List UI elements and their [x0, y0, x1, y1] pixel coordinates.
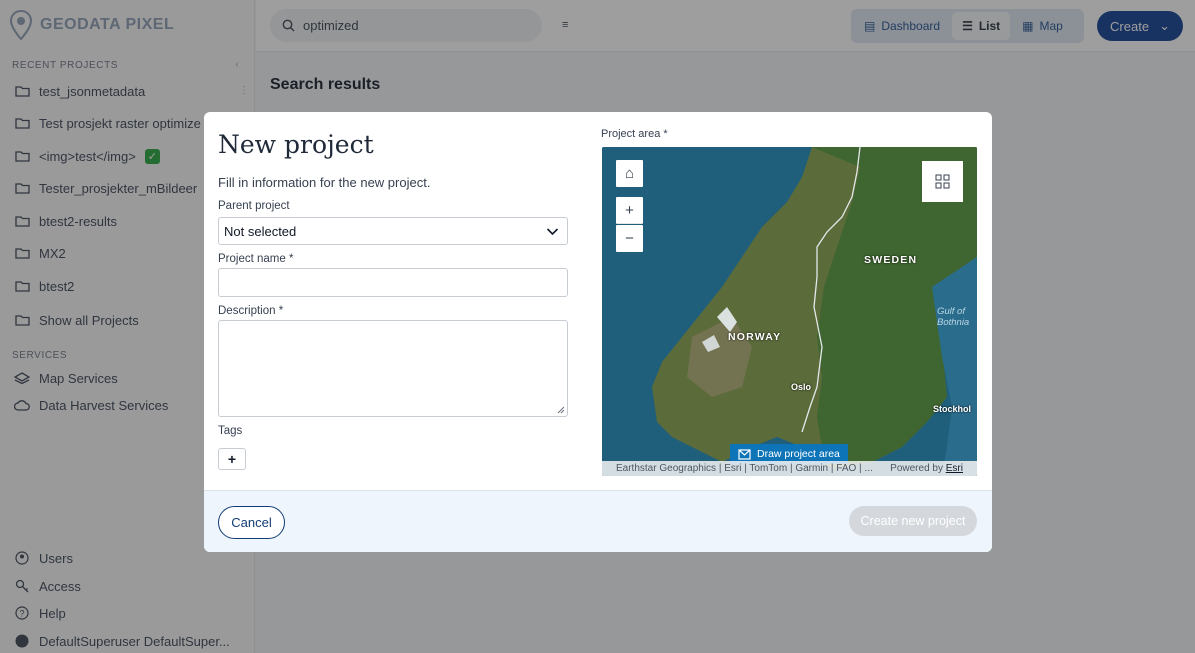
dialog-subtitle: Fill in information for the new project.: [218, 175, 431, 190]
parent-project-select[interactable]: Not selected: [218, 217, 568, 245]
create-new-project-button[interactable]: Create new project: [849, 506, 977, 536]
powered-by: Powered by Esri: [890, 463, 963, 474]
attribution-text: Earthstar Geographics | Esri | TomTom | …: [616, 463, 873, 474]
description-label: Description *: [218, 305, 284, 317]
project-area-map[interactable]: ⌂ + − SWEDEN NORWAY Oslo Stockhol Gulf o…: [602, 147, 977, 476]
project-area-label: Project area *: [601, 128, 668, 140]
resize-handle-icon[interactable]: [557, 406, 565, 414]
new-project-dialog: New project Fill in information for the …: [204, 112, 992, 552]
map-label-oslo: Oslo: [791, 382, 812, 392]
map-label-gulf: Gulf of Bothnia: [937, 306, 970, 328]
chevron-down-icon: [546, 228, 559, 236]
project-name-input[interactable]: [218, 268, 568, 297]
polygon-draw-icon: [738, 448, 751, 460]
dialog-title: New project: [218, 130, 374, 159]
parent-project-label: Parent project: [218, 200, 290, 212]
basemap-gallery-icon[interactable]: [922, 161, 963, 202]
dialog-footer: Cancel Create new project: [204, 490, 992, 552]
map-attribution: Earthstar Geographics | Esri | TomTom | …: [602, 461, 977, 476]
zoom-in-button[interactable]: +: [616, 197, 643, 224]
esri-link[interactable]: Esri: [946, 463, 963, 474]
description-textarea[interactable]: [218, 320, 568, 417]
home-icon[interactable]: ⌂: [616, 160, 643, 187]
map-label-sweden: SWEDEN: [864, 254, 918, 266]
powered-by-text: Powered by: [890, 463, 943, 474]
zoom-out-button[interactable]: −: [616, 225, 643, 252]
tags-label: Tags: [218, 425, 243, 437]
project-name-label: Project name *: [218, 253, 294, 265]
cancel-button[interactable]: Cancel: [218, 506, 285, 539]
parent-project-value: Not selected: [224, 223, 297, 239]
map-label-norway: NORWAY: [728, 331, 782, 343]
map-label-stockholm: Stockhol: [933, 404, 972, 414]
map-terrain: [602, 147, 977, 476]
add-tag-button[interactable]: +: [218, 448, 246, 470]
draw-project-area-label: Draw project area: [757, 448, 840, 460]
